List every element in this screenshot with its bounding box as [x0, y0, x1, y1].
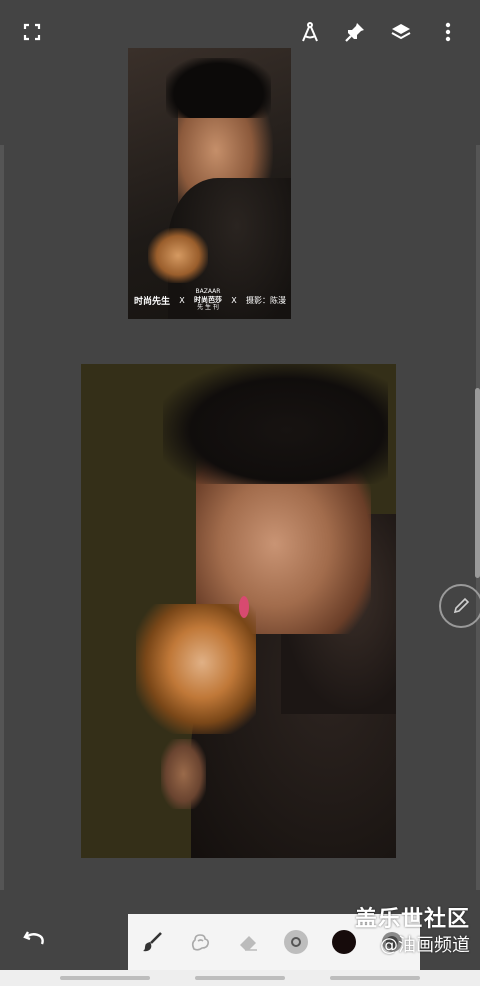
fullscreen-icon[interactable]	[16, 16, 48, 48]
pin-icon[interactable]	[339, 16, 371, 48]
nav-home[interactable]	[195, 976, 285, 980]
caption-mid: 时尚芭莎	[194, 296, 222, 304]
reference-caption: 时尚先生 X BAZAAR 时尚芭莎 先 生 刊 X 摄影：陈漫	[134, 287, 286, 313]
caption-mid-top: BAZAAR	[195, 288, 221, 295]
brush-icon[interactable]	[128, 914, 176, 970]
system-nav-bar	[0, 970, 480, 986]
caption-left: 时尚先生	[134, 296, 171, 307]
caption-mid-sub: 先 生 刊	[197, 304, 219, 311]
undo-button[interactable]	[18, 922, 50, 954]
pencil-icon	[453, 597, 470, 614]
brush-size-icon[interactable]	[272, 914, 320, 970]
painting-canvas[interactable]	[81, 364, 396, 858]
reference-dog	[148, 228, 208, 283]
nav-back[interactable]	[330, 976, 420, 980]
undo-icon	[23, 931, 44, 945]
watermark: 盖乐世社区 @油画频道	[355, 906, 470, 958]
caption-middle: BAZAAR 时尚芭莎 先 生 刊	[194, 288, 222, 312]
painting-dog	[136, 604, 256, 734]
watermark-line2: @油画频道	[380, 935, 470, 956]
reference-hair	[166, 58, 271, 118]
current-color-swatch	[332, 930, 356, 954]
compass-icon[interactable]	[294, 16, 326, 48]
pencil-button[interactable]	[439, 584, 480, 628]
painting-dog-tongue	[239, 596, 249, 618]
side-scroll-handle[interactable]	[475, 388, 480, 578]
reference-image[interactable]: 时尚先生 X BAZAAR 时尚芭莎 先 生 刊 X 摄影：陈漫	[128, 48, 291, 319]
caption-x2: X	[231, 295, 237, 305]
painting-hand	[161, 739, 206, 809]
painting-hair	[163, 364, 388, 484]
canvas-edge-left	[0, 145, 4, 890]
caption-x1: X	[179, 295, 185, 305]
caption-right: 摄影：陈漫	[245, 295, 286, 305]
layers-icon[interactable]	[385, 16, 417, 48]
eraser-icon[interactable]	[224, 914, 272, 970]
smudge-icon[interactable]	[176, 914, 224, 970]
more-icon[interactable]	[432, 16, 464, 48]
nav-recents[interactable]	[60, 976, 150, 980]
watermark-line1: 盖乐世社区	[354, 907, 470, 932]
